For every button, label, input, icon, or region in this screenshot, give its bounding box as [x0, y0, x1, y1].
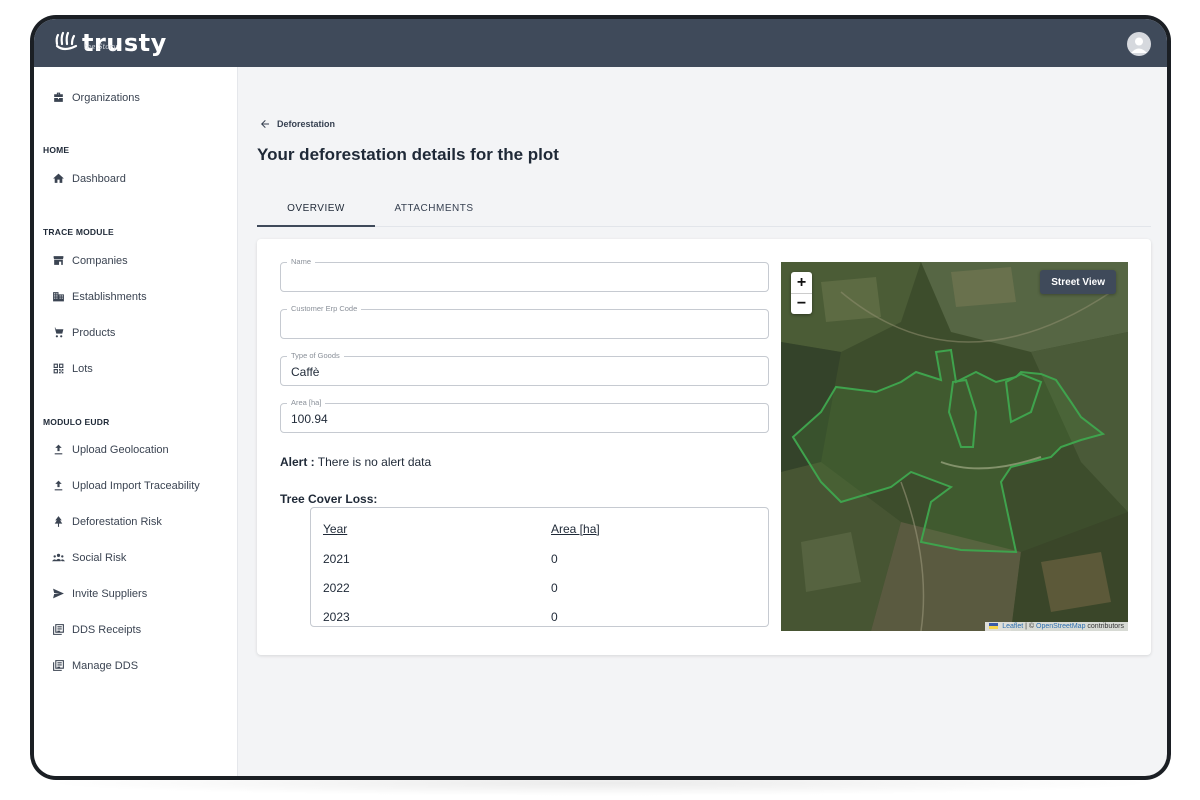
type-of-goods-field[interactable]: Type of Goods Caffè	[280, 351, 769, 386]
sidebar-item-invite-suppliers[interactable]: Invite Suppliers	[52, 587, 147, 600]
attribution-suffix: contributors	[1085, 623, 1124, 630]
table-cell-year: 2023	[323, 610, 350, 624]
area-value: 100.94	[291, 412, 328, 426]
area-label: Area [ha]	[287, 398, 326, 407]
sidebar-item-organizations[interactable]: Organizations	[52, 91, 140, 104]
sidebar-item-label: Establishments	[72, 290, 147, 303]
alert-text: There is no alert data	[317, 455, 432, 469]
sidebar-item-deforestation-risk[interactable]: Deforestation Risk	[52, 515, 162, 528]
tab-bar: OVERVIEW ATTACHMENTS	[257, 197, 1151, 227]
sidebar-item-products[interactable]: Products	[52, 326, 115, 339]
briefcase-icon	[54, 92, 63, 102]
library-books-icon	[53, 660, 64, 671]
sidebar-item-manage-dds[interactable]: Manage DDS	[52, 659, 138, 672]
table-cell-area: 0	[551, 581, 558, 595]
section-label-home: HOME	[43, 145, 70, 155]
sidebar-item-label: Companies	[72, 254, 128, 267]
app-screen: trusty the Story Organizations HOME Dash…	[34, 19, 1167, 776]
tablet-frame: trusty the Story Organizations HOME Dash…	[30, 15, 1171, 780]
alert-label: Alert :	[280, 455, 315, 469]
back-link[interactable]: Deforestation	[259, 118, 335, 130]
sidebar-item-label: Invite Suppliers	[72, 587, 148, 600]
sidebar-item-dashboard[interactable]: Dashboard	[52, 172, 126, 185]
top-app-bar: trusty the Story	[34, 19, 1167, 67]
sidebar-item-establishments[interactable]: Establishments	[52, 290, 147, 303]
table-cell-area: 0	[551, 610, 558, 624]
sidebar-item-label: Organizations	[72, 91, 140, 104]
table-cell-area: 0	[551, 552, 558, 566]
sidebar-item-label: Lots	[72, 362, 93, 375]
breadcrumb: Deforestation	[277, 119, 336, 129]
customer-erp-code-field[interactable]: Customer Erp Code	[280, 304, 769, 339]
sidebar-item-label: Manage DDS	[72, 659, 139, 672]
section-label-trace-module: TRACE MODULE	[43, 227, 114, 237]
openstreetmap-link[interactable]: OpenStreetMap	[1036, 623, 1085, 630]
zoom-control: + −	[791, 272, 812, 314]
tree-cover-loss-table: Year Area [ha] 2021 0 2022 0 2023 0	[310, 507, 769, 627]
flag-icon	[989, 623, 999, 630]
upload-icon	[54, 444, 63, 455]
sidebar-item-label: Social Risk	[72, 551, 127, 564]
qr-code-icon	[53, 363, 64, 374]
column-header-area[interactable]: Area [ha]	[551, 522, 600, 536]
page-title: Your deforestation details for the plot	[257, 145, 559, 164]
street-view-button[interactable]: Street View	[1040, 270, 1116, 294]
type-of-goods-label: Type of Goods	[287, 351, 344, 360]
tree-cover-loss-title: Tree Cover Loss:	[280, 492, 378, 506]
leaflet-link[interactable]: Leaflet	[1002, 623, 1023, 630]
satellite-map[interactable]: + − Street View Leaflet | © OpenStreetMa…	[781, 262, 1128, 631]
zoom-in-button[interactable]: +	[791, 272, 812, 293]
send-icon	[53, 588, 64, 599]
sidebar-item-upload-import-traceability[interactable]: Upload Import Traceability	[52, 479, 200, 492]
sidebar-item-social-risk[interactable]: Social Risk	[52, 551, 126, 564]
sidebar: Organizations HOME Dashboard TRACE MODUL…	[34, 67, 238, 776]
area-field[interactable]: Area [ha] 100.94	[280, 398, 769, 433]
sidebar-item-dds-receipts[interactable]: DDS Receipts	[52, 623, 141, 636]
map-attribution: Leaflet | © OpenStreetMap contributors	[985, 622, 1128, 631]
overview-card: Name Customer Erp Code Type of Goods Caf…	[257, 239, 1151, 655]
tab-overview[interactable]: OVERVIEW	[257, 197, 375, 227]
sidebar-item-upload-geolocation[interactable]: Upload Geolocation	[52, 443, 169, 456]
sidebar-item-companies[interactable]: Companies	[52, 254, 128, 267]
section-label-modulo-eudr: MODULO EUDR	[43, 417, 110, 427]
user-avatar[interactable]	[1127, 32, 1151, 56]
sidebar-item-label: DDS Receipts	[72, 623, 142, 636]
building-icon	[53, 292, 64, 302]
column-header-year[interactable]: Year	[323, 522, 347, 536]
sidebar-item-label: Upload Import Traceability	[72, 479, 200, 492]
cart-icon	[53, 327, 64, 338]
upload-icon	[54, 480, 63, 491]
zoom-out-button[interactable]: −	[791, 293, 812, 314]
table-cell-year: 2021	[323, 552, 350, 566]
name-field[interactable]: Name	[280, 257, 769, 292]
sidebar-item-label: Products	[72, 326, 116, 339]
type-of-goods-value: Caffè	[291, 365, 320, 379]
tab-attachments[interactable]: ATTACHMENTS	[375, 197, 493, 227]
people-icon	[52, 553, 65, 562]
hand-logo-icon	[55, 31, 78, 51]
sidebar-item-label: Upload Geolocation	[72, 443, 169, 456]
table-cell-year: 2022	[323, 581, 350, 595]
person-icon	[1131, 37, 1147, 53]
store-icon	[53, 256, 64, 265]
sidebar-item-label: Dashboard	[72, 172, 126, 185]
alert-line: Alert : There is no alert data	[280, 455, 431, 469]
main-content: Deforestation Your deforestation details…	[238, 67, 1167, 776]
satellite-imagery	[781, 262, 1128, 631]
logo-tagline: the Story	[84, 43, 117, 51]
tree-icon	[54, 516, 63, 527]
library-books-icon	[53, 624, 64, 635]
sidebar-item-label: Deforestation Risk	[72, 515, 162, 528]
arrow-back-icon	[261, 120, 269, 128]
attribution-separator: | ©	[1023, 623, 1037, 630]
name-field-label: Name	[287, 257, 316, 266]
home-icon	[53, 173, 64, 183]
customer-erp-code-label: Customer Erp Code	[287, 304, 362, 313]
sidebar-item-lots[interactable]: Lots	[52, 362, 93, 375]
